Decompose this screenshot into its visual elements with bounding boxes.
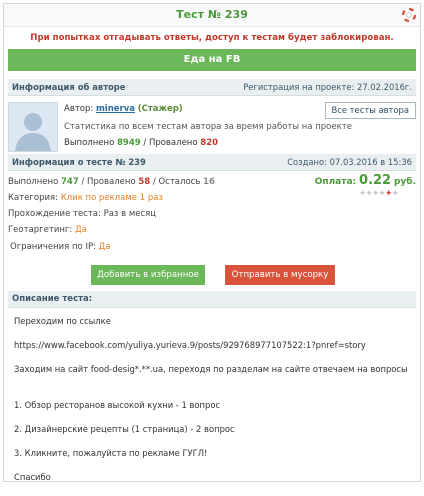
- rating-stars-icon: ✦✦✦✦✦✦: [358, 189, 399, 199]
- pass-value: Раз в месяц: [103, 209, 157, 219]
- test-section-header: Информация о тесте № 239 Создано: 07.03.…: [8, 154, 416, 171]
- description-line: Спасибо: [14, 472, 51, 482]
- ip-row: Ограничения по IP: Да: [10, 242, 111, 252]
- all-tests-button[interactable]: Все тесты автора: [324, 102, 416, 119]
- price-unit: руб.: [393, 177, 416, 187]
- category-row: Категория: Клик по рекламе 1 раз: [8, 193, 163, 203]
- price-block: Оплата: 0.22 руб.: [314, 173, 416, 188]
- author-name-line: Автор: minerva (Стажер): [64, 104, 183, 114]
- pass-row: Прохождение теста: Раз в месяц: [8, 209, 157, 219]
- add-favorite-button[interactable]: Добавить в избранное: [91, 265, 205, 285]
- default-avatar-icon: [9, 103, 57, 151]
- ip-value: Да: [98, 242, 111, 252]
- test-info: Выполнено 747 / Провалено 58 / Осталось …: [8, 173, 416, 241]
- action-buttons: Добавить в избранное Отправить в мусорку: [4, 265, 420, 285]
- category-value: Клик по рекламе 1 раз: [60, 193, 163, 203]
- description-line: [14, 388, 414, 400]
- created-info: Создано: 07.03.2016 в 15:36: [287, 157, 412, 167]
- description-line: 2. Дизайнерские рецепты (1 страница) - 2…: [14, 424, 235, 434]
- test-left-value: 16: [203, 177, 215, 187]
- test-section-label: Информация о тесте № 239: [12, 157, 146, 167]
- description-line: 3. Кликните, пожалуйста по рекламе ГУГЛ!: [14, 448, 208, 458]
- description-header: Описание теста:: [8, 291, 416, 308]
- registration-info: Регистрация на проекте: 27.02.2016г.: [243, 82, 412, 92]
- avatar: [8, 102, 58, 152]
- description-link[interactable]: https://www.facebook.com/yuliya.yurieva.…: [14, 340, 414, 364]
- geo-value: Да: [74, 225, 87, 235]
- description-body: Переходим по ссылке https://www.facebook…: [14, 316, 414, 496]
- author-block: Автор: minerva (Стажер) Все тесты автора…: [8, 100, 416, 156]
- title-bar: Тест № 239: [4, 4, 420, 27]
- author-section-label: Информация об авторе: [12, 82, 126, 92]
- registration-date: 27.02.2016г.: [356, 82, 412, 92]
- description-line: Переходим по ссылке: [14, 316, 111, 326]
- test-done-value: 747: [60, 177, 79, 187]
- warning-text: При попытках отгадывать ответы, доступ к…: [30, 33, 394, 43]
- send-trash-button[interactable]: Отправить в мусорку: [225, 265, 335, 285]
- created-date: 07.03.2016 в 15:36: [329, 157, 412, 167]
- description-line: Заходим на сайт food-desig*.**.ua, перех…: [14, 364, 408, 374]
- test-panel: Тест № 239 При попытках отгадывать ответ…: [3, 3, 421, 482]
- geo-row: Геотаргетинг: Да: [8, 225, 87, 235]
- author-stats-text: Статистика по всем тестам автора за врем…: [64, 122, 352, 132]
- lifebuoy-icon[interactable]: [402, 8, 416, 22]
- author-failed-value: 820: [200, 138, 219, 148]
- author-done-failed: Выполнено 8949 / Провалено 820: [64, 138, 219, 148]
- price-value: 0.22: [359, 173, 392, 188]
- test-failed-value: 58: [138, 177, 151, 187]
- page-title: Тест № 239: [176, 8, 248, 21]
- author-done-value: 8949: [116, 138, 141, 148]
- author-name-link[interactable]: minerva: [96, 104, 135, 114]
- fb-button[interactable]: Еда на FB: [8, 49, 416, 71]
- test-stats-row: Выполнено 747 / Провалено 58 / Осталось …: [8, 177, 215, 187]
- description-line: 1. Обзор ресторанов высокой кухни - 1 во…: [14, 400, 221, 410]
- author-status: (Стажер): [137, 104, 183, 114]
- author-section-header: Информация об авторе Регистрация на прое…: [8, 79, 416, 96]
